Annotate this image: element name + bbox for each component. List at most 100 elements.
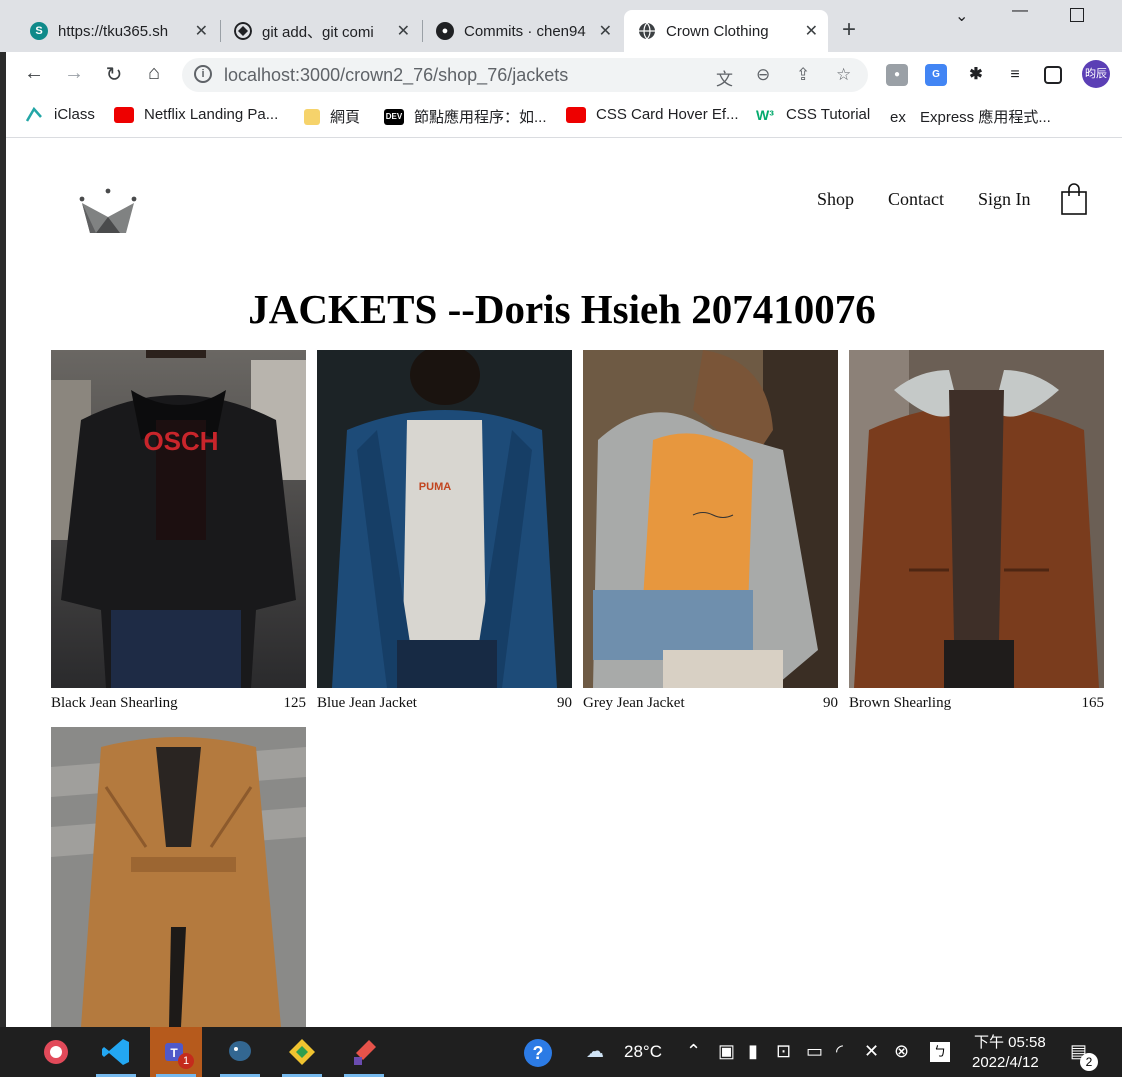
github-icon: ● bbox=[436, 22, 454, 40]
weather-cloud-icon[interactable]: ☁ bbox=[586, 1041, 604, 1062]
minimize-icon[interactable]: — bbox=[1012, 2, 1028, 20]
nav-contact-link[interactable]: Contact bbox=[888, 189, 944, 210]
home-icon[interactable]: ⌂ bbox=[142, 62, 166, 85]
bookmark-star-icon[interactable]: ☆ bbox=[836, 65, 851, 85]
youtube-icon bbox=[114, 106, 134, 123]
product-image[interactable] bbox=[583, 350, 838, 688]
profile-avatar[interactable]: 昀辰 bbox=[1082, 60, 1110, 88]
product-card[interactable]: OSCH Black Jean Shearling 125 bbox=[51, 350, 306, 712]
teams-badge: 1 bbox=[178, 1053, 194, 1069]
postgresql-elephant-icon bbox=[229, 1041, 251, 1061]
zoom-icon[interactable]: ⊖ bbox=[756, 65, 770, 85]
bookmark-express[interactable]: ex Express 應用程式... bbox=[890, 106, 1051, 127]
product-footer: Brown Shearling 165 bbox=[849, 695, 1104, 712]
chevron-up-icon[interactable]: ⌃ bbox=[686, 1041, 701, 1062]
product-footer: Blue Jean Jacket 90 bbox=[317, 695, 572, 712]
reload-icon[interactable]: ↻ bbox=[102, 62, 126, 87]
browser-toolbar: ← → ↻ ⌂ i localhost:3000/crown2_76/shop_… bbox=[0, 52, 1122, 98]
bookmark-netflix[interactable]: Netflix Landing Pa... bbox=[114, 106, 278, 123]
input-method-icon[interactable]: ㄅ bbox=[930, 1042, 950, 1062]
site-info-icon[interactable]: i bbox=[194, 65, 212, 83]
product-card[interactable]: Grey Jean Jacket 90 bbox=[583, 350, 838, 712]
product-name: Black Jean Shearling bbox=[51, 695, 178, 711]
taskbar-app-snip[interactable] bbox=[30, 1027, 82, 1077]
translate-icon[interactable]: 文 bbox=[716, 65, 733, 90]
product-image[interactable] bbox=[849, 350, 1104, 688]
forward-arrow-icon[interactable]: → bbox=[62, 62, 86, 85]
google-translate-extension-icon[interactable]: G bbox=[925, 64, 947, 86]
side-panel-icon[interactable] bbox=[1044, 66, 1062, 84]
camera-icon[interactable]: ▣ bbox=[718, 1041, 735, 1062]
extensions-puzzle-icon[interactable]: ✱ bbox=[965, 64, 987, 86]
crown-clothing-page: Shop Contact Sign In JACKETS --Doris Hsi… bbox=[6, 139, 1122, 1027]
tab-title: Commits · chen94 bbox=[464, 22, 586, 40]
tab-strip: S https://tku365.sh ✕ git add、git comi ✕… bbox=[0, 0, 1122, 52]
taskbar-app-teams[interactable]: T 1 bbox=[150, 1027, 202, 1077]
shopping-bag-icon[interactable] bbox=[1060, 183, 1088, 215]
product-card[interactable]: Brown Shearling 165 bbox=[849, 350, 1104, 712]
bookmark-css-card[interactable]: CSS Card Hover Ef... bbox=[566, 106, 739, 123]
tab-crown-clothing[interactable]: Crown Clothing ✕ bbox=[624, 10, 828, 52]
product-image[interactable]: PUMA bbox=[317, 350, 572, 688]
git-icon bbox=[234, 22, 252, 40]
volume-muted-icon[interactable]: ✕ bbox=[864, 1041, 879, 1062]
close-icon[interactable]: ✕ bbox=[805, 21, 818, 41]
product-price: 125 bbox=[283, 695, 307, 711]
close-icon[interactable]: ✕ bbox=[397, 21, 410, 41]
git-diamond-icon bbox=[289, 1039, 315, 1065]
bookmark-label: Express 應用程式... bbox=[920, 109, 1051, 126]
product-card[interactable] bbox=[51, 727, 306, 1027]
nav-sign-in-link[interactable]: Sign In bbox=[978, 189, 1031, 210]
taskbar-app-paint[interactable] bbox=[338, 1027, 390, 1077]
sharepoint-icon: S bbox=[30, 22, 48, 40]
product-image[interactable] bbox=[51, 727, 306, 1027]
bookmark-iclass[interactable]: iClass bbox=[24, 106, 95, 123]
product-price: 90 bbox=[823, 695, 838, 711]
vscode-icon bbox=[102, 1039, 129, 1065]
clock-date[interactable]: 2022/4/12 bbox=[972, 1054, 1039, 1071]
clock-time[interactable]: 下午 05:58 bbox=[974, 1031, 1046, 1052]
help-icon[interactable]: ? bbox=[524, 1039, 552, 1067]
snipping-tool-icon bbox=[44, 1040, 68, 1064]
close-circle-icon[interactable]: ⊗ bbox=[894, 1041, 909, 1062]
address-bar[interactable]: i localhost:3000/crown2_76/shop_76/jacke… bbox=[182, 58, 868, 92]
media-controls-icon[interactable]: ≡ bbox=[1004, 64, 1026, 86]
product-card[interactable]: PUMA Blue Jean Jacket 90 bbox=[317, 350, 572, 712]
share-icon[interactable]: ⇪ bbox=[796, 65, 810, 85]
bookmark-label: 節點應用程序：如... bbox=[414, 109, 547, 126]
express-icon: ex bbox=[890, 108, 906, 126]
close-icon[interactable]: ✕ bbox=[195, 21, 208, 41]
bookmark-label: iClass bbox=[54, 106, 95, 123]
network-icon[interactable]: ⊡ bbox=[776, 1041, 791, 1062]
battery-icon[interactable]: ▭ bbox=[806, 1041, 823, 1062]
address-bar-url[interactable]: localhost:3000/crown2_76/shop_76/jackets bbox=[224, 65, 568, 86]
tab-git[interactable]: git add、git comi ✕ bbox=[220, 10, 420, 52]
bookmark-dev[interactable]: DEV 節點應用程序：如... bbox=[384, 106, 547, 127]
product-name: Blue Jean Jacket bbox=[317, 695, 417, 711]
crown-logo-icon[interactable] bbox=[78, 187, 138, 237]
notification-count-badge: 2 bbox=[1080, 1053, 1098, 1071]
tab-search-chevron-icon[interactable]: ⌄ bbox=[955, 6, 968, 26]
taskbar-app-git[interactable] bbox=[276, 1027, 328, 1077]
bookmark-css-tutorial[interactable]: W³ CSS Tutorial bbox=[756, 106, 870, 123]
nav-shop-link[interactable]: Shop bbox=[817, 189, 854, 210]
svg-text:T: T bbox=[170, 1046, 178, 1060]
new-tab-icon[interactable]: + bbox=[842, 16, 856, 44]
taskbar-app-postgres[interactable] bbox=[214, 1027, 266, 1077]
back-arrow-icon[interactable]: ← bbox=[22, 62, 46, 85]
bookmark-folder[interactable]: 網頁 bbox=[304, 106, 360, 127]
tab-tku365[interactable]: S https://tku365.sh ✕ bbox=[16, 10, 218, 52]
product-image[interactable]: OSCH bbox=[51, 350, 306, 688]
dev-icon: DEV bbox=[384, 108, 404, 125]
globe-icon bbox=[639, 22, 655, 40]
microphone-icon[interactable]: ▮ bbox=[748, 1041, 758, 1062]
wifi-icon[interactable]: ◜ bbox=[836, 1041, 843, 1062]
tab-github[interactable]: ● Commits · chen94 ✕ bbox=[422, 10, 622, 52]
product-price: 90 bbox=[557, 695, 572, 711]
taskbar-app-vscode[interactable] bbox=[90, 1027, 142, 1077]
weather-temperature[interactable]: 28°C bbox=[624, 1042, 662, 1062]
tab-title: Crown Clothing bbox=[666, 22, 769, 40]
maximize-icon[interactable] bbox=[1070, 8, 1084, 22]
close-icon[interactable]: ✕ bbox=[599, 21, 612, 41]
line-extension-icon[interactable]: ● bbox=[886, 64, 908, 86]
